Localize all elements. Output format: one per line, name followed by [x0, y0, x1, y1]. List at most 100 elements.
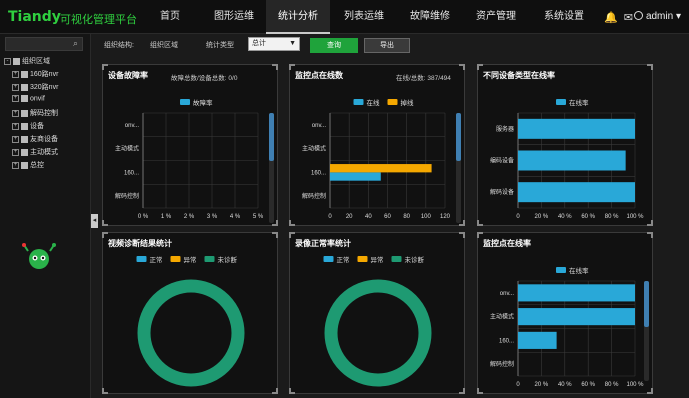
alert-icon[interactable]: ✉	[624, 12, 633, 24]
expand-icon[interactable]: +	[12, 70, 19, 78]
nav-repair[interactable]: 故障维修	[402, 0, 458, 34]
y-tick-label: 主动模式	[490, 313, 514, 321]
panel-video-diagnosis: 视频诊断结果统计 正常 异常 未诊断	[102, 232, 278, 394]
panel-corner	[272, 232, 278, 238]
legend-label: 掉线	[401, 98, 415, 107]
scrollbar-thumb[interactable]	[644, 281, 649, 327]
org-icon	[21, 83, 28, 91]
user-menu[interactable]: admin ▾	[634, 11, 681, 22]
x-tick-label: 2 %	[184, 214, 195, 220]
expand-icon[interactable]: +	[12, 135, 19, 143]
y-tick-label: 主动模式	[302, 145, 326, 153]
x-tick-label: 0	[516, 382, 520, 388]
scrollbar-thumb[interactable]	[456, 113, 461, 161]
expand-icon[interactable]: +	[12, 161, 19, 169]
x-tick-label: 120	[440, 214, 451, 220]
fault-rate-chart: 故障率 0 % 1 % 2 % 3 % 4 % 5 % onv... 主动模式 160... 解码控…	[115, 98, 264, 220]
brand-logo: Tiandy	[8, 9, 61, 25]
panel-corner	[102, 388, 108, 394]
org-value[interactable]: 组织区域	[150, 40, 178, 50]
panel-fault-rate: 设备故障率 故障总数/设备总数: 0/0 故障率 0 % 1 % 2 % 3 % 4 % 5…	[102, 64, 278, 226]
expand-icon[interactable]: +	[12, 148, 19, 156]
expand-icon[interactable]: +	[12, 83, 19, 91]
pie-slice-未诊断	[137, 279, 245, 387]
search-icon[interactable]: ⌕	[73, 38, 78, 49]
stat-type-select[interactable]: 总计 ▼	[248, 37, 300, 51]
tree-item[interactable]: + 主动模式	[12, 147, 58, 157]
x-tick-label: 100 %	[626, 214, 644, 220]
y-tick-label: 编码设备	[490, 157, 514, 165]
expand-icon[interactable]: +	[12, 122, 19, 130]
assistant-robot-icon[interactable]	[22, 241, 56, 271]
nav-graph-ops[interactable]: 图形运维	[206, 0, 262, 34]
x-tick-label: 60 %	[581, 382, 595, 388]
tree-item[interactable]: +320路nvr	[12, 82, 58, 92]
legend-swatch	[391, 256, 402, 262]
online-rate-chart: 在线率 0 20 % 40 % 60 % 80 % 100 % onv... 主动模式 160..…	[490, 266, 644, 388]
tree-item[interactable]: + 总控	[12, 160, 44, 170]
panel-corner	[102, 220, 108, 226]
recording-rate-chart: 正常 异常 未诊断	[323, 255, 432, 387]
legend-label: 在线率	[569, 266, 589, 275]
panel-corner	[289, 220, 295, 226]
x-tick-label: 60	[384, 214, 391, 220]
tree-search-input[interactable]: ⌕	[5, 37, 83, 51]
export-button[interactable]: 导出	[364, 38, 410, 53]
tree-item-root[interactable]: - 组织区域	[4, 56, 50, 66]
tree-label: 160路nvr	[30, 71, 59, 78]
y-tick-label: 160...	[499, 338, 514, 344]
query-button[interactable]: 查询	[310, 38, 358, 53]
panel-online-rate: 监控点在线率 在线率 0 20 % 40 % 60 % 80 % 100 % onv... 主动…	[477, 232, 653, 394]
sidebar-collapse-button[interactable]: ◂	[91, 214, 98, 228]
x-tick-label: 40	[365, 214, 372, 220]
collapse-icon[interactable]: -	[4, 57, 11, 65]
bar-在线率	[518, 182, 635, 203]
scrollbar-thumb[interactable]	[269, 113, 274, 161]
tree-item[interactable]: +160路nvr	[12, 69, 58, 79]
bar-在线率	[518, 118, 635, 139]
tree-item[interactable]: + 友商设备	[12, 134, 58, 144]
legend-swatch	[387, 99, 398, 105]
tree-label: 组织区域	[22, 58, 50, 65]
device-type-chart: 在线率 0 20 % 40 % 60 % 80 % 100 % 服务器编码设备解码设备	[490, 98, 644, 220]
x-tick-label: 40 %	[558, 382, 572, 388]
y-tick-label: 主动模式	[115, 145, 139, 153]
legend-label: 正常	[337, 255, 350, 264]
tree-item[interactable]: + onvif	[12, 95, 45, 102]
nav-stats[interactable]: 统计分析	[266, 0, 330, 34]
y-tick-label: 160...	[124, 170, 139, 176]
y-tick-label: 解码控制	[115, 192, 139, 200]
legend-label: 未诊断	[405, 255, 425, 264]
x-tick-label: 3 %	[207, 214, 218, 220]
bell-icon[interactable]: 🔔	[604, 12, 618, 24]
tree-label: 主动模式	[30, 149, 58, 156]
org-icon	[21, 148, 28, 156]
org-icon	[13, 57, 20, 65]
toolbar-icons: 🔔 ✉	[604, 11, 633, 24]
panel-device-type-rate: 不同设备类型在线率 在线率 0 20 % 40 % 60 % 80 % 100 % 服务器 编码…	[477, 64, 653, 226]
tree-item[interactable]: + 设备	[12, 121, 44, 131]
app-title: 可视化管理平台	[60, 14, 137, 26]
org-icon	[21, 70, 28, 78]
nav-settings[interactable]: 系统设置	[536, 0, 592, 34]
panel-corner	[272, 220, 278, 226]
panel-corner	[102, 64, 108, 70]
x-tick-label: 20 %	[535, 214, 549, 220]
expand-icon[interactable]: +	[12, 109, 19, 117]
pie-slice-未诊断	[324, 279, 432, 387]
legend-label: 在线率	[569, 98, 589, 107]
expand-icon[interactable]: +	[12, 95, 19, 102]
legend-swatch	[556, 267, 566, 273]
bar-在线率	[518, 331, 557, 349]
x-tick-label: 80 %	[605, 382, 619, 388]
y-tick-label: 服务器	[496, 125, 514, 133]
x-tick-label: 20	[346, 214, 353, 220]
tree-label: 友商设备	[30, 136, 58, 143]
panel-corner	[477, 232, 483, 238]
nav-list-ops[interactable]: 列表运维	[336, 0, 392, 34]
nav-assets[interactable]: 资产管理	[468, 0, 524, 34]
x-tick-label: 4 %	[230, 214, 241, 220]
tree-item[interactable]: + 解码控制	[12, 108, 58, 118]
nav-home[interactable]: 首页	[150, 0, 190, 34]
y-tick-label: 解码控制	[490, 360, 514, 368]
